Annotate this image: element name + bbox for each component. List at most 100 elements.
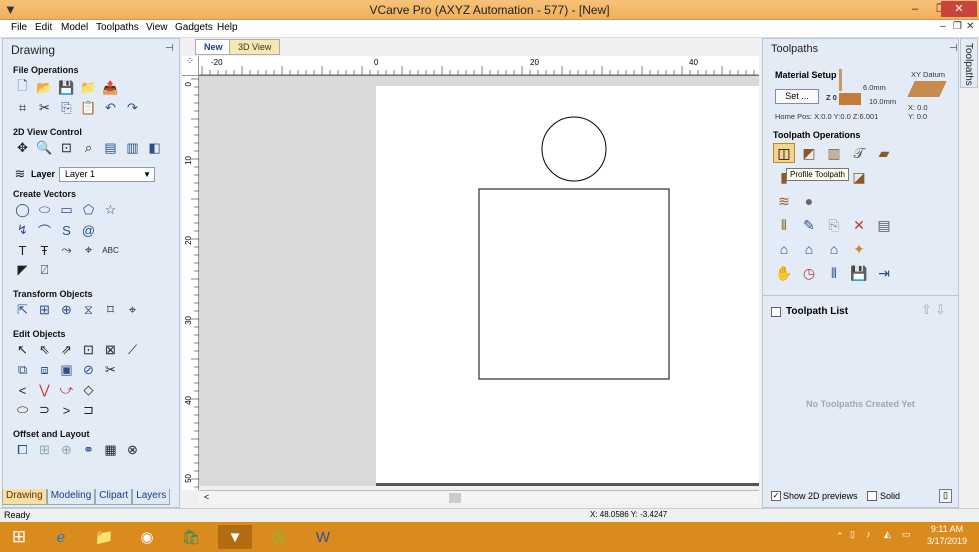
menu-view[interactable]: View: [146, 22, 168, 33]
menu-help[interactable]: Help: [217, 22, 238, 33]
intersect-icon[interactable]: ▣: [57, 361, 76, 379]
polygon-icon[interactable]: ⬠: [79, 201, 98, 219]
roughing-toolpath-icon[interactable]: ≋: [773, 191, 795, 211]
mirror-icon[interactable]: ⧖: [79, 301, 98, 319]
zoom-icon[interactable]: 🔍: [35, 139, 54, 157]
view-split-icon[interactable]: ▥: [123, 139, 142, 157]
chrome-icon[interactable]: ◉: [130, 525, 164, 549]
bracket-right-icon[interactable]: ⊐: [79, 401, 98, 419]
node-edit-alt-icon[interactable]: ⇗: [57, 341, 76, 359]
toolpaths-side-tab[interactable]: Toolpaths: [960, 38, 978, 88]
menu-model[interactable]: Model: [61, 22, 88, 33]
set-material-button[interactable]: Set ...: [775, 89, 819, 104]
tray-network-icon[interactable]: ▯: [850, 529, 855, 540]
internet-explorer-icon[interactable]: ℯ: [44, 525, 78, 549]
menu-edit[interactable]: Edit: [35, 22, 52, 33]
text-box-icon[interactable]: Ŧ: [35, 241, 54, 259]
offset-icon[interactable]: ⧠: [13, 441, 32, 459]
tile-icon[interactable]: ⊗: [123, 441, 142, 459]
vcarve-taskbar-icon[interactable]: ▼: [218, 525, 252, 549]
select-icon[interactable]: ↖: [13, 341, 32, 359]
toolpath-list-checkbox[interactable]: [771, 307, 781, 317]
align-icon[interactable]: ⌑: [101, 301, 120, 319]
measure-icon[interactable]: ⟋: [123, 341, 142, 359]
menu-file[interactable]: File: [11, 22, 27, 33]
file-explorer-icon[interactable]: 📁: [87, 525, 121, 549]
minimize-button[interactable]: –: [902, 1, 928, 17]
square-vector[interactable]: [478, 188, 670, 380]
tab-3d-view[interactable]: 3D View: [229, 39, 281, 55]
spiral-icon[interactable]: @: [79, 221, 98, 239]
import-icon[interactable]: 📁: [79, 79, 98, 97]
dimension-alt-icon[interactable]: ⍁: [35, 261, 54, 279]
menu-toolpaths[interactable]: Toolpaths: [96, 22, 139, 33]
finishing-toolpath-icon[interactable]: ●: [798, 191, 820, 211]
layer-dropdown[interactable]: Layer 1 ▼: [59, 166, 156, 182]
scroll-left-icon[interactable]: <: [204, 492, 209, 502]
mdi-restore-button[interactable]: ❐: [953, 21, 962, 32]
template-toolpath-icon[interactable]: ✦: [848, 239, 870, 259]
bracket-icon[interactable]: ⊃: [35, 401, 54, 419]
calculator-icon[interactable]: ▤: [873, 215, 895, 235]
zoom-box-icon[interactable]: ⌕: [79, 139, 98, 157]
rectangle-icon[interactable]: ▭: [57, 201, 76, 219]
cut-icon[interactable]: ✂: [35, 99, 54, 117]
save-icon[interactable]: 💾: [57, 79, 76, 97]
close-vector-icon[interactable]: ⬭: [13, 401, 32, 419]
circle-vector[interactable]: [541, 116, 607, 182]
weld-icon[interactable]: ⧉: [13, 361, 32, 379]
curve-icon[interactable]: ⌒: [35, 221, 54, 239]
redo-icon[interactable]: ↷: [123, 99, 142, 117]
pocket-toolpath-icon[interactable]: ◩: [798, 143, 820, 163]
move-down-icon[interactable]: ⇩: [935, 302, 946, 318]
array-icon[interactable]: ⊞: [35, 441, 54, 459]
mdi-close-button[interactable]: ✕: [966, 21, 974, 32]
prism-toolpath-icon[interactable]: ▰: [873, 143, 895, 163]
store-icon[interactable]: 🛍: [174, 525, 208, 549]
star-icon[interactable]: ☆: [101, 201, 120, 219]
zoom-extents-icon[interactable]: ⊡: [57, 139, 76, 157]
scale-icon[interactable]: ⊞: [35, 301, 54, 319]
rotate-icon[interactable]: ⊕: [57, 301, 76, 319]
tray-message-icon[interactable]: ▭: [902, 529, 911, 540]
export-toolpath-icon[interactable]: ⇥: [873, 263, 895, 283]
paste-icon[interactable]: 📋: [79, 99, 98, 117]
move-up-icon[interactable]: ⇧: [921, 302, 932, 318]
texture-toolpath-icon[interactable]: ⦀: [773, 215, 795, 235]
vcarve-toolpath-icon[interactable]: 𝒯: [848, 143, 870, 163]
text-icon[interactable]: T: [13, 241, 32, 259]
profile-toolpath-icon[interactable]: ◫: [773, 143, 795, 163]
tab-modeling[interactable]: Modeling: [46, 489, 96, 505]
scissors-icon[interactable]: ✂: [101, 361, 120, 379]
menu-gadgets[interactable]: Gadgets: [175, 22, 213, 33]
tab-clipart[interactable]: Clipart: [95, 489, 133, 505]
fillet-icon[interactable]: <: [13, 381, 32, 399]
text-adjust-icon[interactable]: ⌖: [79, 241, 98, 259]
preview-settings-button[interactable]: ▯: [939, 489, 952, 503]
tray-wifi-icon[interactable]: ◭: [884, 529, 891, 540]
datum-plate-icon[interactable]: [907, 81, 947, 97]
pan-icon[interactable]: ✥: [13, 139, 32, 157]
tray-volume-icon[interactable]: ♪: [866, 529, 871, 539]
copy-icon[interactable]: ⎘: [57, 99, 76, 117]
save-toolpath-icon[interactable]: 💾: [848, 263, 870, 283]
merge-toolpath-icon[interactable]: ⌂: [823, 239, 845, 259]
show-2d-checkbox[interactable]: ✓: [771, 491, 781, 501]
windows-start-icon[interactable]: ⊞: [2, 525, 36, 549]
fluting-toolpath-icon[interactable]: ◪: [848, 167, 870, 187]
tab-drawing[interactable]: Drawing: [2, 489, 47, 505]
text-on-curve-icon[interactable]: ⤳: [57, 241, 76, 259]
circle-icon[interactable]: ◯: [13, 201, 32, 219]
horizontal-scrollbar[interactable]: <: [199, 490, 759, 504]
close-button[interactable]: ✕: [941, 1, 977, 17]
curve-fit-icon[interactable]: ⤻: [57, 381, 76, 399]
recalc-toolpath-icon[interactable]: ⌂: [773, 239, 795, 259]
auto-layout-text-icon[interactable]: ABC: [101, 241, 120, 259]
word-icon[interactable]: W: [306, 525, 340, 549]
dimension-icon[interactable]: ◤: [13, 261, 32, 279]
mdi-minimize-button[interactable]: –: [940, 21, 946, 32]
toolpath-list[interactable]: No Toolpaths Created Yet: [767, 323, 954, 483]
preview-toolpath-icon[interactable]: ✋: [773, 263, 795, 283]
pin-icon[interactable]: ⊣: [949, 43, 958, 54]
summary-icon[interactable]: ⫴: [823, 263, 845, 283]
